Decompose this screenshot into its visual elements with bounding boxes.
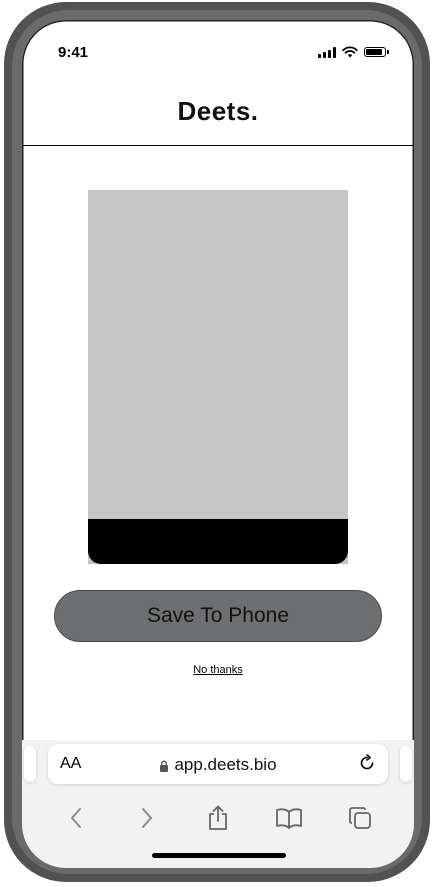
screen: 9:41 Deets. Save To Phone No thanks AA a… (22, 20, 414, 868)
save-to-phone-button[interactable]: Save To Phone (54, 590, 382, 642)
tabs-button[interactable] (342, 800, 378, 836)
card-footer (88, 519, 348, 564)
next-tab-peek[interactable] (400, 746, 412, 782)
no-thanks-link[interactable]: No thanks (22, 664, 414, 676)
wifi-icon (342, 46, 358, 58)
back-icon (70, 808, 81, 828)
reload-icon[interactable] (358, 754, 376, 772)
address-text: app.deets.bio (174, 755, 277, 774)
card-preview (88, 190, 348, 564)
tabs-icon (349, 807, 372, 829)
battery-icon (364, 47, 389, 57)
previous-tab-peek[interactable] (24, 746, 36, 782)
status-icons (318, 46, 389, 58)
share-button[interactable] (200, 800, 236, 836)
lock-icon (160, 760, 169, 772)
share-icon (209, 805, 227, 830)
home-indicator[interactable] (152, 853, 286, 858)
brand-logo: Deets. (177, 96, 259, 126)
status-bar: 9:41 (22, 20, 414, 80)
bookmarks-button[interactable] (271, 800, 307, 836)
forward-button[interactable] (129, 800, 165, 836)
forward-icon (141, 808, 152, 828)
browser-toolbar (22, 796, 414, 840)
bookmarks-icon (276, 808, 303, 829)
header: Deets. (22, 80, 414, 146)
signal-icon (318, 46, 336, 58)
status-time: 9:41 (58, 44, 89, 61)
back-button[interactable] (58, 800, 94, 836)
address-bar[interactable]: AA app.deets.bio (48, 744, 388, 784)
browser-bar: AA app.deets.bio (22, 740, 414, 868)
address-display[interactable]: app.deets.bio (48, 755, 388, 775)
